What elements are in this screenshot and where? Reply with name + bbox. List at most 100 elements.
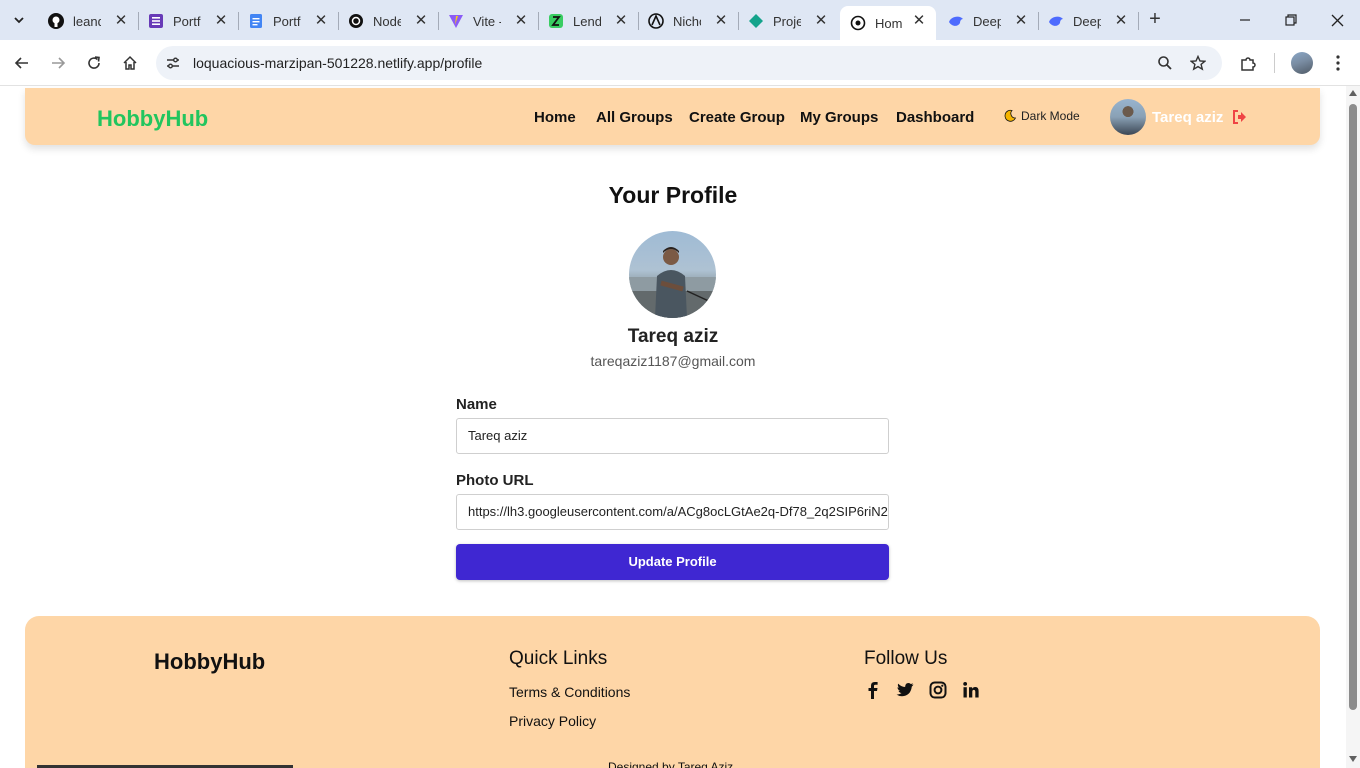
scroll-down-arrow-icon[interactable] — [1349, 756, 1357, 762]
user-name: Tareq aziz — [1152, 109, 1224, 126]
footer-link-terms[interactable]: Terms & Conditions — [509, 684, 630, 700]
arrow-right-icon — [52, 57, 66, 69]
footer-link-privacy[interactable]: Privacy Policy — [509, 713, 596, 729]
close-icon[interactable]: ✕ — [212, 12, 230, 30]
tab-lendsqr[interactable]: Lend ✕ — [538, 6, 638, 36]
chevron-down-icon — [14, 17, 24, 24]
site-navbar: HobbyHub Home All Groups Create Group My… — [25, 88, 1320, 145]
nav-link-my-groups[interactable]: My Groups — [800, 109, 878, 126]
close-icon[interactable]: ✕ — [1012, 12, 1030, 30]
close-icon[interactable]: ✕ — [312, 12, 330, 30]
site-footer: HobbyHub Quick Links Terms & Conditions … — [25, 616, 1320, 768]
browser-menu-button[interactable] — [1326, 51, 1350, 75]
tab-node[interactable]: Node ✕ — [338, 6, 438, 36]
close-icon[interactable]: ✕ — [712, 12, 730, 30]
page-title: Your Profile — [608, 182, 738, 208]
reload-button[interactable] — [82, 51, 106, 75]
page-viewport: HobbyHub Home All Groups Create Group My… — [0, 86, 1346, 768]
tab-vite[interactable]: Vite - ✕ — [438, 6, 538, 36]
instagram-icon[interactable] — [929, 681, 947, 699]
tab-title: Node — [373, 13, 401, 29]
address-bar[interactable]: loquacious-marzipan-501228.netlify.app/p… — [156, 46, 1222, 80]
nav-link-create-group[interactable]: Create Group — [689, 109, 785, 126]
close-window-button[interactable] — [1322, 6, 1352, 34]
tab-title: Deep — [973, 13, 1001, 29]
minimize-button[interactable] — [1230, 6, 1260, 34]
zoom-icon[interactable] — [1156, 54, 1174, 72]
tab-title: Lend — [573, 13, 601, 29]
home-icon — [123, 55, 137, 70]
tab-github[interactable]: leand ✕ — [38, 6, 138, 36]
linkedin-icon[interactable] — [962, 681, 980, 699]
openai-icon — [348, 13, 364, 29]
tab-nicho[interactable]: Nicho ✕ — [638, 6, 738, 36]
close-icon[interactable]: ✕ — [512, 12, 530, 30]
browser-tab-strip: leand ✕ Portfo ✕ Portfo ✕ Node ✕ Vite - … — [0, 0, 1360, 40]
close-icon[interactable]: ✕ — [412, 12, 430, 30]
docs-icon — [248, 13, 264, 29]
user-avatar[interactable] — [1110, 99, 1146, 135]
facebook-icon[interactable] — [864, 681, 882, 699]
url-text: loquacious-marzipan-501228.netlify.app/p… — [193, 55, 483, 71]
vite-icon — [448, 13, 464, 29]
close-icon — [1331, 14, 1343, 26]
home-button[interactable] — [118, 51, 142, 75]
close-icon[interactable]: ✕ — [812, 12, 830, 30]
puzzle-icon — [1241, 57, 1256, 71]
dark-mode-toggle[interactable]: Dark Mode — [1003, 109, 1080, 123]
forms-icon — [148, 13, 164, 29]
nicho-icon — [648, 13, 664, 29]
tab-title: Portfo — [173, 13, 201, 29]
tab-project[interactable]: Proje ✕ — [738, 6, 838, 36]
dark-mode-label: Dark Mode — [1021, 109, 1080, 123]
close-icon[interactable]: ✕ — [910, 12, 928, 30]
site-logo[interactable]: HobbyHub — [97, 106, 208, 132]
update-profile-button[interactable]: Update Profile — [456, 544, 889, 580]
footer-credit: Designed by Tareq Aziz — [608, 760, 734, 768]
arrow-left-icon — [14, 57, 28, 69]
new-tab-button[interactable]: + — [1143, 8, 1167, 32]
restore-icon — [1285, 14, 1297, 26]
scrollbar-thumb[interactable] — [1349, 104, 1357, 710]
nav-link-all-groups[interactable]: All Groups — [596, 109, 673, 126]
browser-profile-avatar[interactable] — [1291, 52, 1313, 74]
nav-link-dashboard[interactable]: Dashboard — [896, 109, 974, 126]
twitter-icon[interactable] — [896, 681, 914, 699]
logout-icon[interactable] — [1232, 109, 1248, 125]
tab-deepseek[interactable]: Deep ✕ — [938, 6, 1038, 36]
restore-button[interactable] — [1276, 6, 1306, 34]
lendsqr-icon — [548, 13, 564, 29]
photo-url-label: Photo URL — [456, 472, 534, 489]
photo-url-input[interactable]: https://lh3.googleusercontent.com/a/ACg8… — [456, 494, 889, 530]
tab-home-active[interactable]: Home ✕ — [840, 6, 936, 40]
nav-link-home[interactable]: Home — [534, 109, 576, 126]
tab-search-button[interactable] — [6, 8, 32, 32]
moon-icon — [1004, 109, 1017, 122]
minimize-icon — [1240, 19, 1250, 21]
name-input[interactable]: Tareq aziz — [456, 418, 889, 454]
page-scrollbar[interactable] — [1346, 86, 1360, 768]
tab-deepseek[interactable]: Deep ✕ — [1038, 6, 1138, 36]
tab-portfolio-docs[interactable]: Portfo ✕ — [238, 6, 338, 36]
close-icon[interactable]: ✕ — [612, 12, 630, 30]
site-info-icon[interactable] — [164, 54, 182, 72]
bookmark-star-icon[interactable] — [1189, 54, 1207, 72]
tab-title: Deep — [1073, 13, 1101, 29]
back-button[interactable] — [10, 51, 34, 75]
profile-name: Tareq aziz — [627, 326, 719, 347]
tab-separator — [1138, 12, 1139, 30]
close-icon[interactable]: ✕ — [112, 12, 130, 30]
forward-button[interactable] — [46, 51, 70, 75]
scroll-up-arrow-icon[interactable] — [1349, 90, 1357, 96]
deepseek-icon — [948, 13, 964, 29]
tab-portfolio-forms[interactable]: Portfo ✕ — [138, 6, 238, 36]
reload-icon — [88, 56, 100, 69]
deepseek-icon — [1048, 13, 1064, 29]
profile-photo — [629, 231, 716, 318]
extensions-button[interactable] — [1236, 51, 1260, 75]
close-icon[interactable]: ✕ — [1112, 12, 1130, 30]
tab-title: Home — [875, 15, 903, 31]
tab-title: Vite - — [473, 13, 501, 29]
quick-links-heading: Quick Links — [509, 648, 608, 669]
site-icon — [850, 15, 866, 31]
